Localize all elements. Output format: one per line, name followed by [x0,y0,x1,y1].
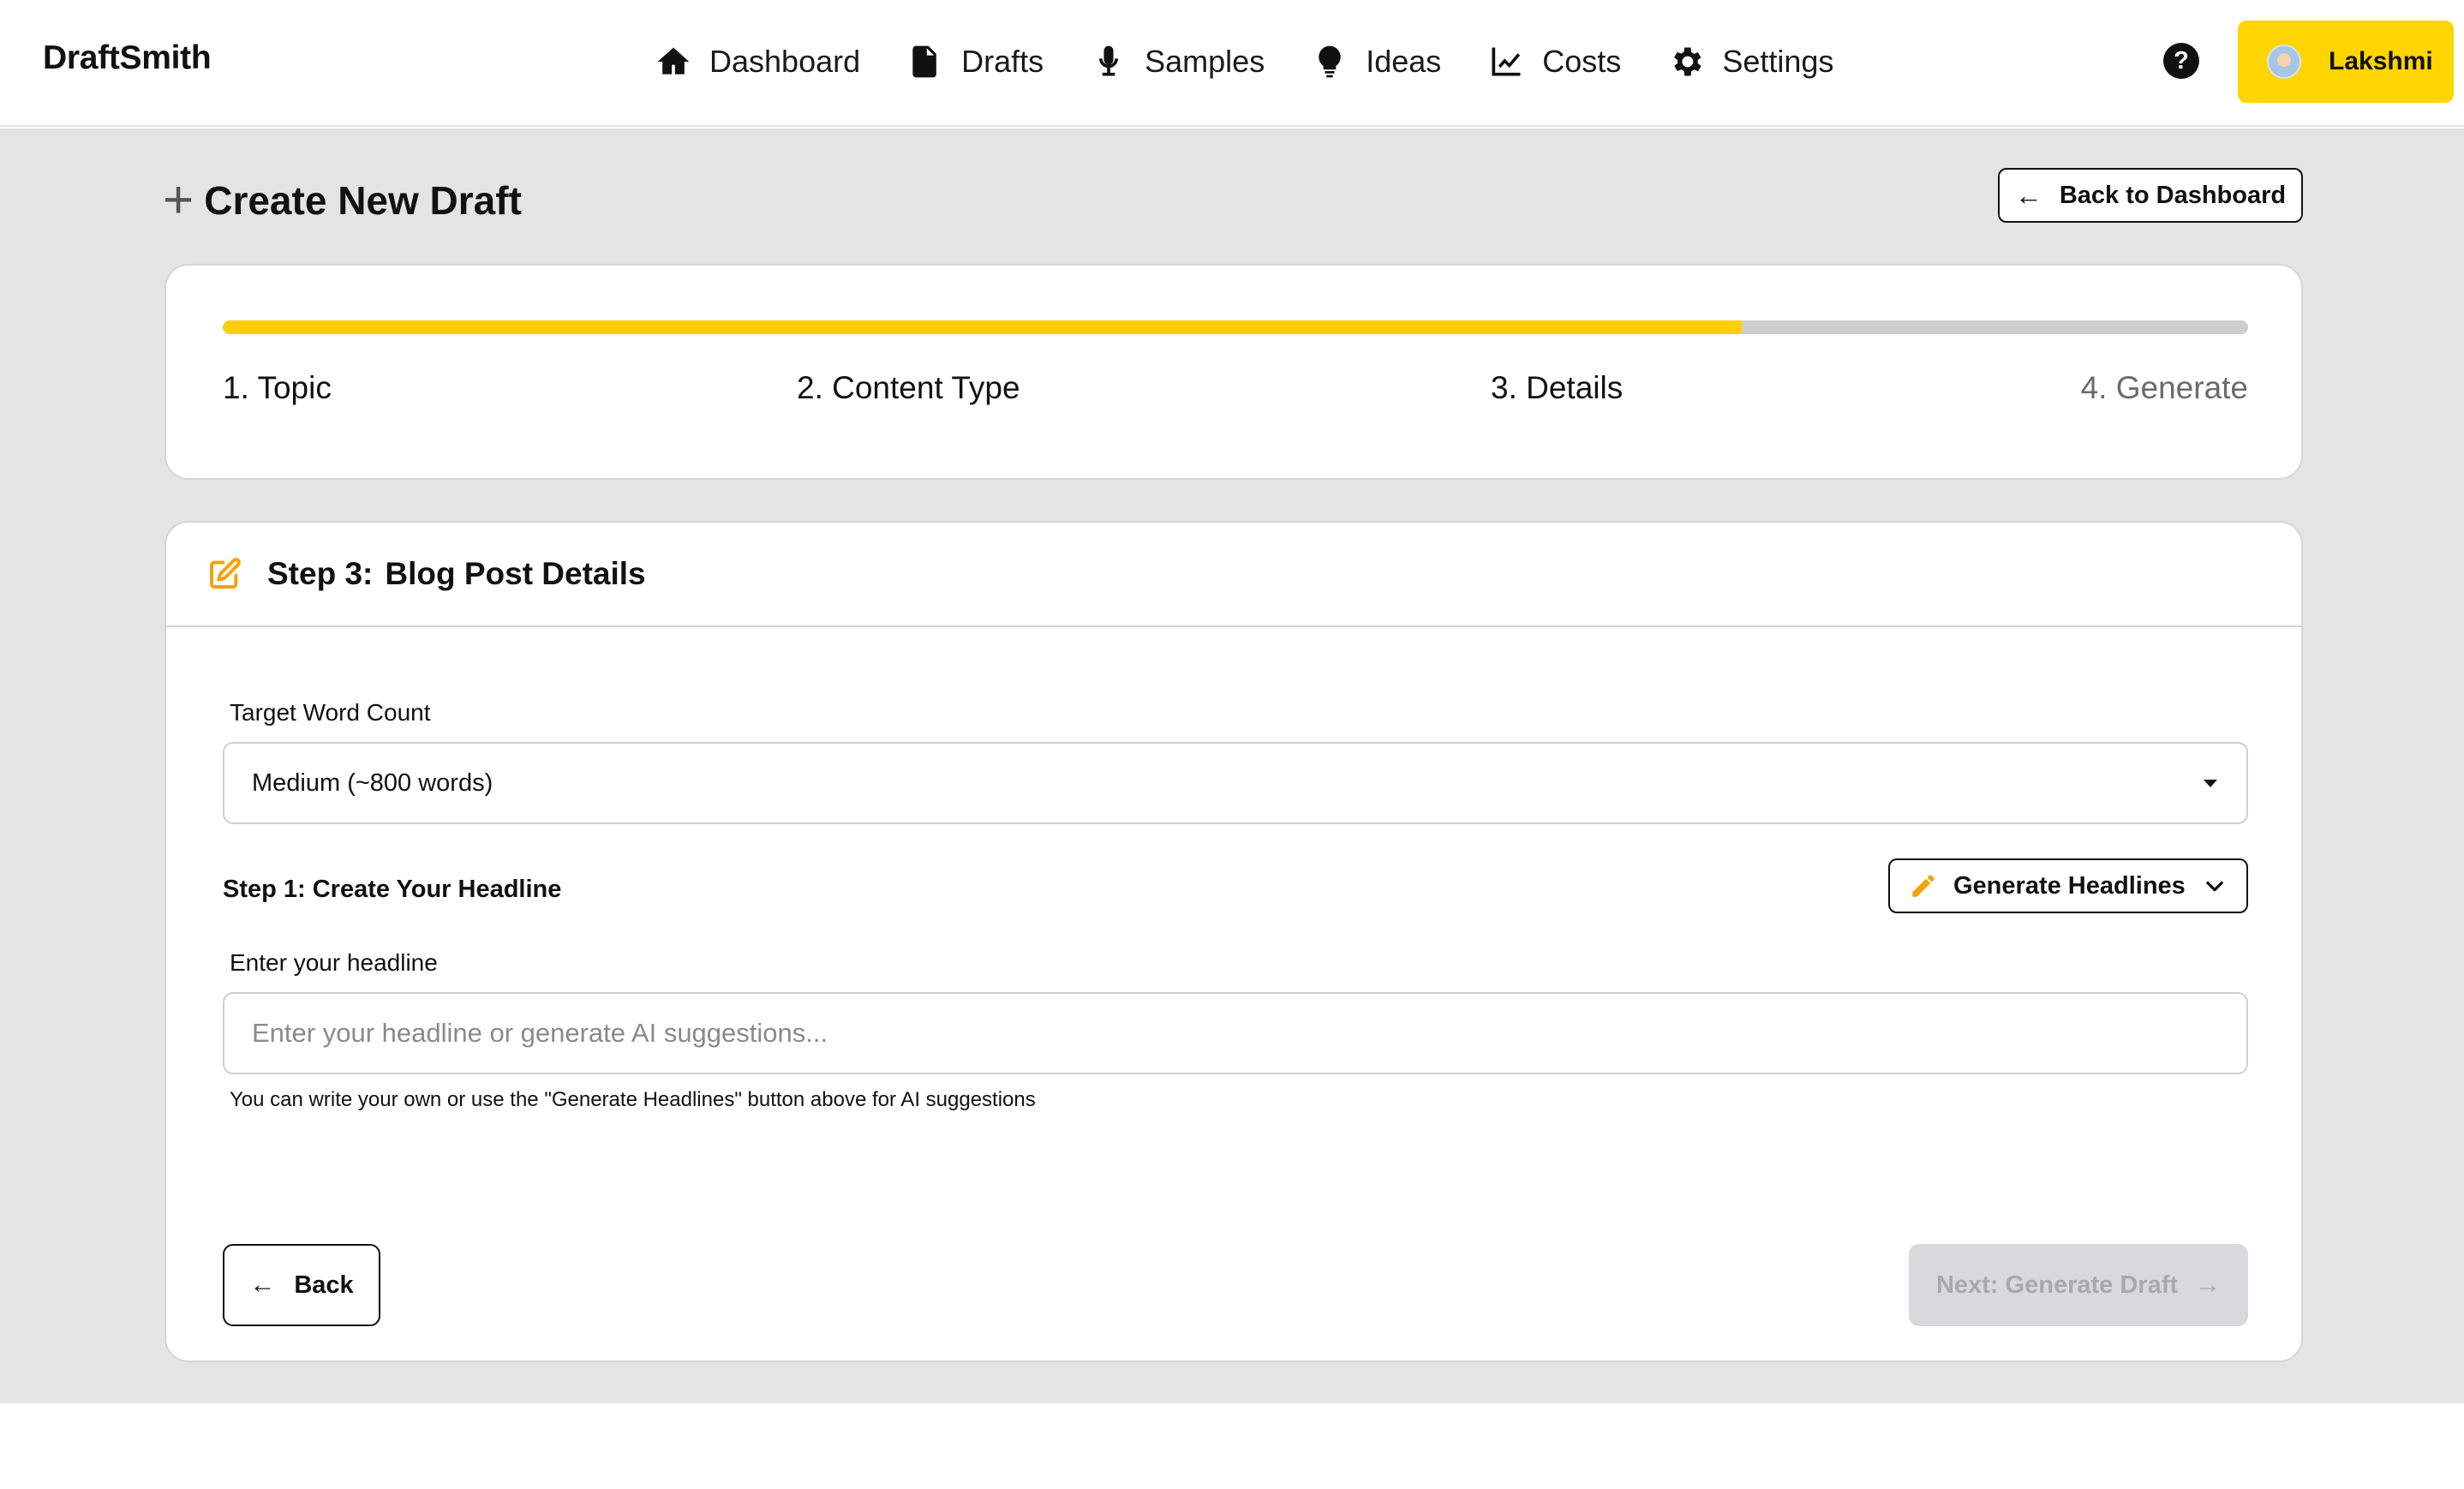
step-details[interactable]: 3. Details [1491,370,1623,406]
nav-label: Samples [1145,44,1265,79]
back-label: Back [294,1271,354,1299]
back-to-dashboard-label: Back to Dashboard [2059,181,2287,209]
blog-post-details-card: Step 3: Blog Post Details Target Word Cou… [164,521,2303,1362]
caret-down-icon [2204,780,2217,787]
progress-bar-fill [223,320,1742,334]
details-card-title: Step 3: Blog Post Details [267,556,658,592]
top-navbar: DraftSmith Dashboard Drafts Samples Idea… [0,0,2464,127]
next-label: Next: Generate Draft [1935,1271,2179,1299]
pencil-icon [1912,875,1935,897]
user-menu-button[interactable]: Lakshmi [2238,21,2454,103]
wizard-steps: 1. Topic 2. Content Type 3. Details 4. G… [223,370,2248,413]
progress-bar [223,320,2248,334]
nav-item-dashboard[interactable]: Dashboard [655,38,860,86]
nav-label: Costs [1542,44,1622,79]
microphone-icon [1099,45,1119,76]
nav-item-settings[interactable]: Settings [1667,38,1833,86]
generate-headlines-button[interactable]: Generate Headlines [1888,858,2248,913]
gear-icon [1674,47,1701,76]
home-icon [657,47,690,75]
plus-icon: + [163,170,194,230]
page-header: + Create New Draft [163,173,522,228]
nav-label: Settings [1722,44,1834,79]
nav-item-costs[interactable]: Costs [1487,38,1621,86]
main-nav: Dashboard Drafts Samples Ideas Costs Set… [655,38,1833,86]
nav-item-drafts[interactable]: Drafts [906,38,1044,86]
headline-input-label: Enter your headline [230,949,438,976]
headline-section-title: Step 1: Create Your Headline [223,876,562,903]
word-count-value: Medium (~800 words) [252,768,493,797]
word-count-select[interactable]: Medium (~800 words) [223,742,2248,824]
details-heading: Blog Post Details [385,556,646,591]
help-icon[interactable]: ? [2163,43,2199,79]
avatar [2267,45,2301,79]
chevron-down-icon [2205,881,2223,892]
nav-item-ideas[interactable]: Ideas [1311,38,1441,86]
document-icon [912,45,936,78]
headline-hint: You can write your own or use the "Gener… [230,1088,1036,1111]
step-topic[interactable]: 1. Topic [223,370,332,406]
details-card-header: Step 3: Blog Post Details [166,523,2301,627]
next-generate-draft-button[interactable]: Next: Generate Draft → [1909,1244,2248,1326]
back-to-dashboard-button[interactable]: ← Back to Dashboard [1998,168,2303,223]
wizard-progress-card: 1. Topic 2. Content Type 3. Details 4. G… [164,264,2303,480]
headline-input[interactable] [223,992,2248,1074]
step-generate: 4. Generate [2080,370,2248,405]
chart-line-icon [1492,47,1521,76]
step-prefix: Step 3: [267,556,374,591]
arrow-left-icon: ← [249,1271,276,1299]
main-content: + Create New Draft ← Back to Dashboard 1… [0,129,2464,1403]
user-name: Lakshmi [2329,47,2433,75]
back-button[interactable]: ← Back [223,1244,380,1326]
generate-headlines-label: Generate Headlines [1953,871,2186,900]
brand-logo[interactable]: DraftSmith [43,39,212,77]
arrow-left-icon: ← [2014,179,2042,211]
step-content-type[interactable]: 2. Content Type [797,370,1020,406]
edit-icon [210,558,241,589]
nav-label: Ideas [1366,44,1442,79]
nav-item-samples[interactable]: Samples [1090,38,1265,86]
page-title: Create New Draft [204,178,522,223]
nav-label: Drafts [961,44,1044,79]
lightbulb-icon [1319,45,1341,78]
arrow-right-icon: → [2195,1271,2222,1299]
word-count-label: Target Word Count [230,699,431,726]
nav-label: Dashboard [709,44,861,79]
